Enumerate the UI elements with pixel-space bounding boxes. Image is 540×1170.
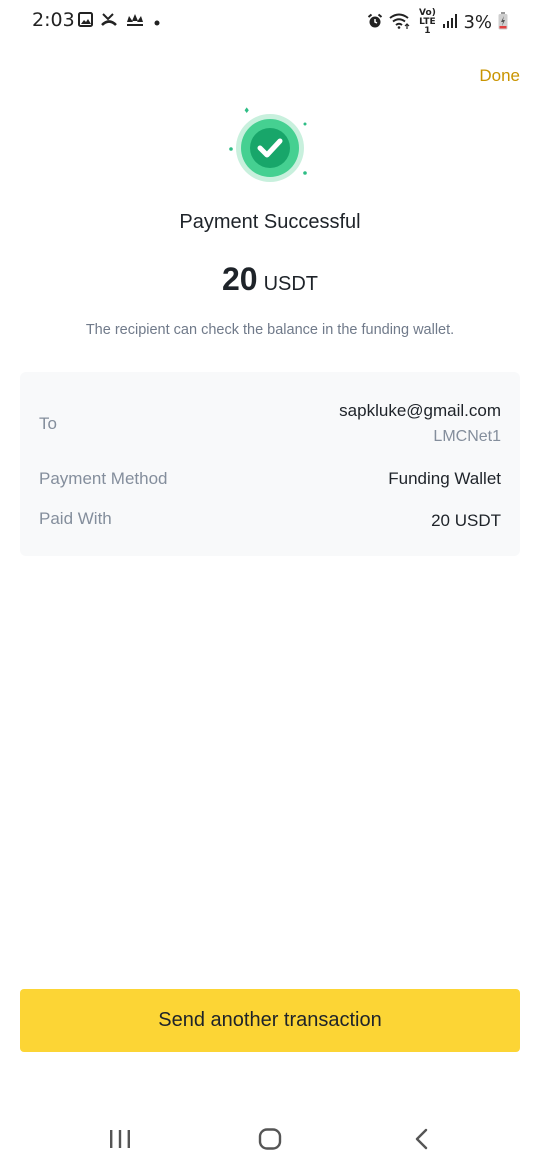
dot-icon — [153, 12, 161, 31]
missed-call-icon — [101, 12, 117, 31]
system-navigation-bar — [0, 1110, 540, 1170]
system-status-icons: Vo) LTE1 3% — [367, 9, 508, 36]
payment-success-screen: 2:03 Vo) LTE1 3% Done Payment Successful… — [0, 0, 540, 1170]
result-subtitle: The recipient can check the balance in t… — [85, 322, 455, 338]
amount-unit: USDT — [263, 273, 319, 295]
success-check-icon — [225, 106, 315, 186]
home-icon[interactable] — [256, 1128, 284, 1153]
battery-charging-icon — [498, 11, 508, 34]
amount-value: 20 — [221, 261, 258, 297]
notification-icons — [78, 12, 161, 31]
paid-with-label: Paid With — [39, 509, 112, 528]
to-network: LMCNet1 — [433, 428, 501, 445]
payment-details-card: To sapkluke@gmail.com LMCNet1 Payment Me… — [20, 372, 520, 556]
payment-method-label: Payment Method — [39, 469, 168, 488]
paid-with-value: 20 USDT — [431, 511, 501, 530]
alarm-icon — [367, 13, 383, 33]
network-type-label: Vo) LTE1 — [419, 8, 436, 36]
status-time: 2:03 — [32, 9, 75, 31]
to-value: sapkluke@gmail.com — [339, 401, 501, 420]
battery-percent: 3% — [463, 12, 492, 33]
amount-display: 20 USDT — [0, 261, 540, 298]
payment-method-value: Funding Wallet — [388, 469, 501, 488]
send-another-transaction-button[interactable]: Send another transaction — [20, 989, 520, 1052]
back-icon[interactable] — [408, 1128, 436, 1153]
gallery-icon — [78, 12, 93, 31]
wifi-icon — [389, 13, 411, 33]
brand-notification-icon — [125, 12, 145, 31]
to-label: To — [39, 414, 57, 433]
recent-apps-icon[interactable] — [106, 1128, 134, 1153]
result-title: Payment Successful — [179, 211, 361, 233]
signal-icon — [443, 13, 458, 32]
done-button[interactable]: Done — [479, 66, 520, 86]
status-bar: 2:03 Vo) LTE1 3% — [0, 0, 540, 40]
